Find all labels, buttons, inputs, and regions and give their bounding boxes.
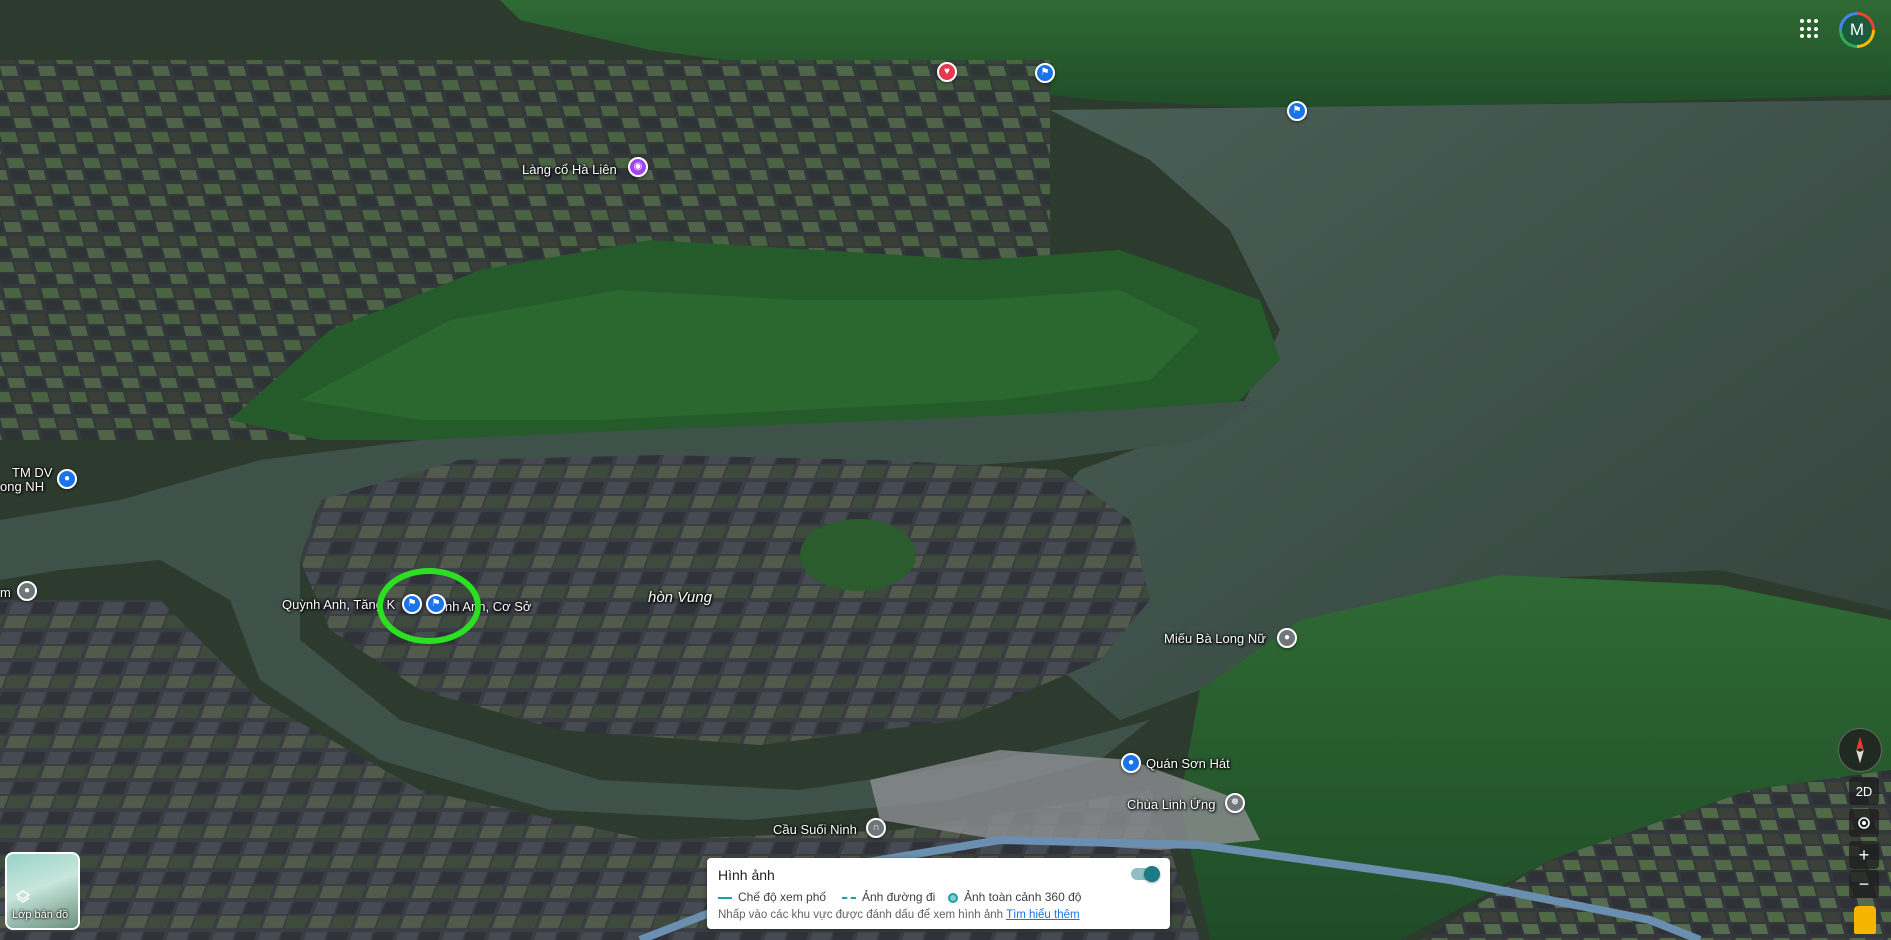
satellite-map[interactable]	[0, 0, 1891, 940]
label-mieu-ba-long-nu[interactable]: Miếu Bà Long Nữ	[1164, 631, 1266, 646]
lock-icon[interactable]: ●	[57, 469, 77, 489]
zoom-in-button[interactable]: +	[1849, 841, 1879, 869]
cart-icon[interactable]: ●	[1121, 753, 1141, 773]
dot-icon	[948, 892, 958, 903]
apps-grid-icon[interactable]	[1800, 19, 1820, 39]
layers-button[interactable]: Lớp bản đồ	[5, 852, 80, 930]
temple-icon[interactable]: ●	[1277, 628, 1297, 648]
heart-icon[interactable]: ♥	[937, 62, 957, 82]
temple-icon[interactable]: ❅	[1225, 793, 1245, 813]
pegman-icon[interactable]	[1854, 906, 1876, 934]
pin-icon[interactable]: ●	[17, 581, 37, 601]
layers-icon	[16, 890, 30, 903]
flag-icon[interactable]: ⚑	[1035, 63, 1055, 83]
view-2d-button[interactable]: 2D	[1849, 777, 1879, 805]
bridge-icon[interactable]: ∩	[866, 818, 886, 838]
line-icon	[718, 896, 732, 899]
my-location-button[interactable]	[1849, 809, 1879, 837]
flag-icon[interactable]: ⚑	[1287, 101, 1307, 121]
imagery-panel: Hình ảnh Chế độ xem phố Ảnh đường đi Ảnh…	[707, 858, 1170, 929]
highlight-ring	[377, 568, 481, 644]
label-quan-son-hat[interactable]: Quán Sơn Hát	[1146, 756, 1230, 771]
legend-360-photo: Ảnh toàn cảnh 360 độ	[948, 890, 1081, 904]
label-lang-co-ha-lien[interactable]: Làng cổ Hà Liên	[522, 162, 617, 177]
learn-more-link[interactable]: Tìm hiểu thêm	[1006, 909, 1080, 921]
imagery-hint: Nhấp vào các khu vực được đánh dấu để xe…	[718, 909, 1080, 921]
layers-label: Lớp bản đồ	[12, 909, 69, 921]
label-chua-linh-ung[interactable]: Chùa Linh Ứng	[1127, 797, 1215, 812]
toggle-knob	[1144, 866, 1160, 882]
label-cau-suoi-ninh[interactable]: Cầu Suối Ninh	[773, 822, 857, 837]
imagery-toggle[interactable]	[1131, 866, 1160, 882]
location-target-icon	[1858, 817, 1870, 829]
label-hon-vung[interactable]: hòn Vung	[648, 589, 712, 606]
avatar[interactable]: M	[1839, 12, 1875, 48]
zoom-out-button[interactable]: −	[1849, 870, 1879, 898]
legend-road-photo: Ảnh đường đi	[842, 890, 935, 904]
camera-icon[interactable]: ◉	[628, 157, 648, 177]
imagery-panel-title: Hình ảnh	[718, 867, 775, 883]
label-edge-m[interactable]: m	[0, 585, 11, 600]
compass-icon[interactable]	[1838, 728, 1882, 772]
avatar-initial: M	[1842, 15, 1872, 45]
label-tm-dv[interactable]: TM DV	[12, 465, 52, 480]
label-ong-nh[interactable]: ong NH	[0, 479, 44, 494]
legend-street-view: Chế độ xem phố	[718, 890, 826, 904]
dashed-line-icon	[842, 896, 856, 899]
